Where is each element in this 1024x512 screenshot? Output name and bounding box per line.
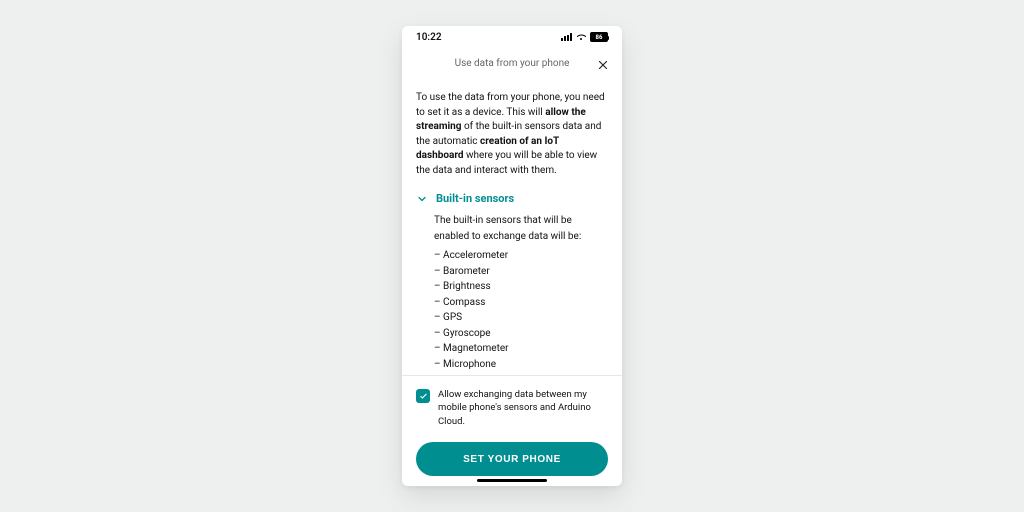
list-item: Gyroscope [434, 326, 608, 342]
consent-checkbox[interactable] [416, 389, 430, 403]
sensor-list: Accelerometer Barometer Brightness Compa… [434, 248, 608, 372]
phone-frame: 10:22 86 Use data from your phone To use… [402, 26, 622, 486]
intro-paragraph: To use the data from your phone, you nee… [416, 91, 608, 178]
cellular-icon [561, 33, 572, 41]
section-lead: The built-in sensors that will be enable… [434, 213, 608, 244]
sheet-title: Use data from your phone [455, 58, 570, 69]
list-item: Magnetometer [434, 341, 608, 357]
battery-level: 86 [596, 34, 603, 41]
list-item: GPS [434, 310, 608, 326]
close-button[interactable] [594, 56, 612, 74]
footer: Allow exchanging data between my mobile … [402, 375, 622, 486]
home-indicator[interactable] [477, 479, 547, 482]
set-your-phone-button[interactable]: SET YOUR PHONE [416, 442, 608, 476]
list-item: Microphone [434, 357, 608, 373]
chevron-down-icon [416, 193, 428, 205]
consent-row: Allow exchanging data between my mobile … [416, 388, 608, 428]
wifi-icon [575, 33, 587, 42]
list-item: Barometer [434, 264, 608, 280]
consent-text: Allow exchanging data between my mobile … [438, 388, 608, 428]
list-item: Brightness [434, 279, 608, 295]
close-icon [597, 59, 609, 71]
list-item: Compass [434, 295, 608, 311]
status-right: 86 [561, 32, 608, 42]
battery-icon: 86 [590, 32, 608, 42]
list-item: Accelerometer [434, 248, 608, 264]
content-scroll[interactable]: To use the data from your phone, you nee… [402, 81, 622, 375]
section-body: The built-in sensors that will be enable… [416, 213, 608, 372]
section-toggle-builtin-sensors[interactable]: Built-in sensors [416, 192, 608, 205]
status-time: 10:22 [416, 32, 442, 43]
status-bar: 10:22 86 [402, 26, 622, 48]
section-title: Built-in sensors [436, 192, 514, 205]
check-icon [419, 392, 428, 401]
sheet-header: Use data from your phone [402, 48, 622, 81]
